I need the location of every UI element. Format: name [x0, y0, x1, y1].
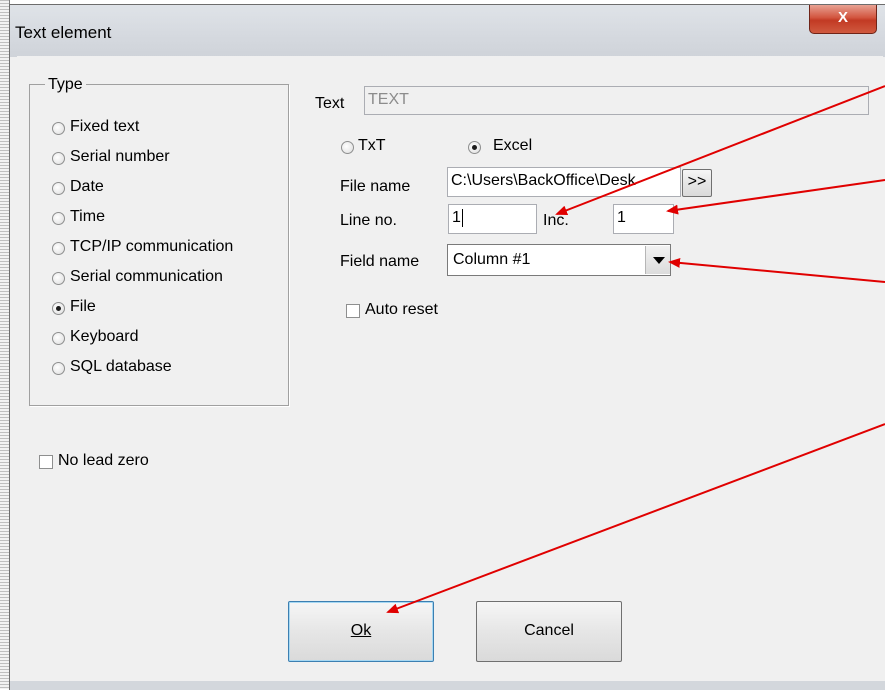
type-radio-label: TCP/IP communication	[70, 238, 234, 255]
type-radio-date[interactable]	[52, 182, 65, 195]
text-field[interactable]: TEXT	[364, 86, 869, 115]
excel-radio-label: Excel	[493, 137, 533, 154]
type-radio-label: Date	[70, 178, 104, 195]
type-radio-fixed-text[interactable]	[52, 122, 65, 135]
type-radio-serial-communication[interactable]	[52, 272, 65, 285]
window-title: Text element	[15, 23, 112, 42]
auto-reset-checkbox[interactable]	[346, 304, 360, 318]
browse-button[interactable]: >>	[682, 169, 712, 197]
type-radio-tcp-ip-communication[interactable]	[52, 242, 65, 255]
cancel-button[interactable]: Cancel	[476, 601, 622, 662]
line-no-value: 1	[452, 209, 461, 226]
type-radio-time[interactable]	[52, 212, 65, 225]
text-caret	[461, 208, 463, 227]
inc-label: Inc.	[543, 212, 569, 229]
line-no-label: Line no.	[340, 212, 397, 229]
type-radio-serial-number[interactable]	[52, 152, 65, 165]
type-radio-keyboard[interactable]	[52, 332, 65, 345]
field-name-dropdown[interactable]: Column #1	[447, 244, 671, 276]
excel-radio[interactable]	[468, 141, 481, 154]
type-group-legend: Type	[45, 76, 86, 94]
txt-radio[interactable]	[341, 141, 354, 154]
type-radio-label: File	[70, 298, 96, 315]
close-icon: X	[837, 9, 848, 26]
ok-button[interactable]: Ok	[288, 601, 434, 662]
txt-radio-label: TxT	[358, 137, 386, 154]
file-name-label: File name	[340, 178, 411, 195]
line-no-field[interactable]: 1	[448, 204, 537, 234]
cancel-button-label: Cancel	[524, 622, 574, 639]
chevron-down-icon[interactable]	[645, 246, 670, 274]
ok-button-label: Ok	[350, 622, 372, 639]
inc-field[interactable]: 1	[613, 204, 674, 234]
file-name-field[interactable]: C:\Users\BackOffice\Desk	[447, 167, 681, 197]
auto-reset-label: Auto reset	[365, 301, 438, 318]
field-name-label: Field name	[340, 253, 420, 270]
type-radio-label: Serial communication	[70, 268, 223, 285]
type-radio-sql-database[interactable]	[52, 362, 65, 375]
type-radio-label: Fixed text	[70, 118, 140, 135]
type-radio-file[interactable]	[52, 302, 65, 315]
type-radio-label: SQL database	[70, 358, 172, 375]
no-lead-zero-checkbox[interactable]	[39, 455, 53, 469]
type-radio-label: Keyboard	[70, 328, 139, 345]
close-button[interactable]: X	[809, 5, 877, 34]
browse-button-label: >>	[687, 173, 707, 190]
title-bar: Text element X	[10, 5, 885, 57]
no-lead-zero-label: No lead zero	[58, 452, 149, 469]
type-radio-label: Time	[70, 208, 105, 225]
type-radio-label: Serial number	[70, 148, 170, 165]
text-label: Text	[315, 95, 345, 112]
field-name-value: Column #1	[453, 251, 531, 268]
